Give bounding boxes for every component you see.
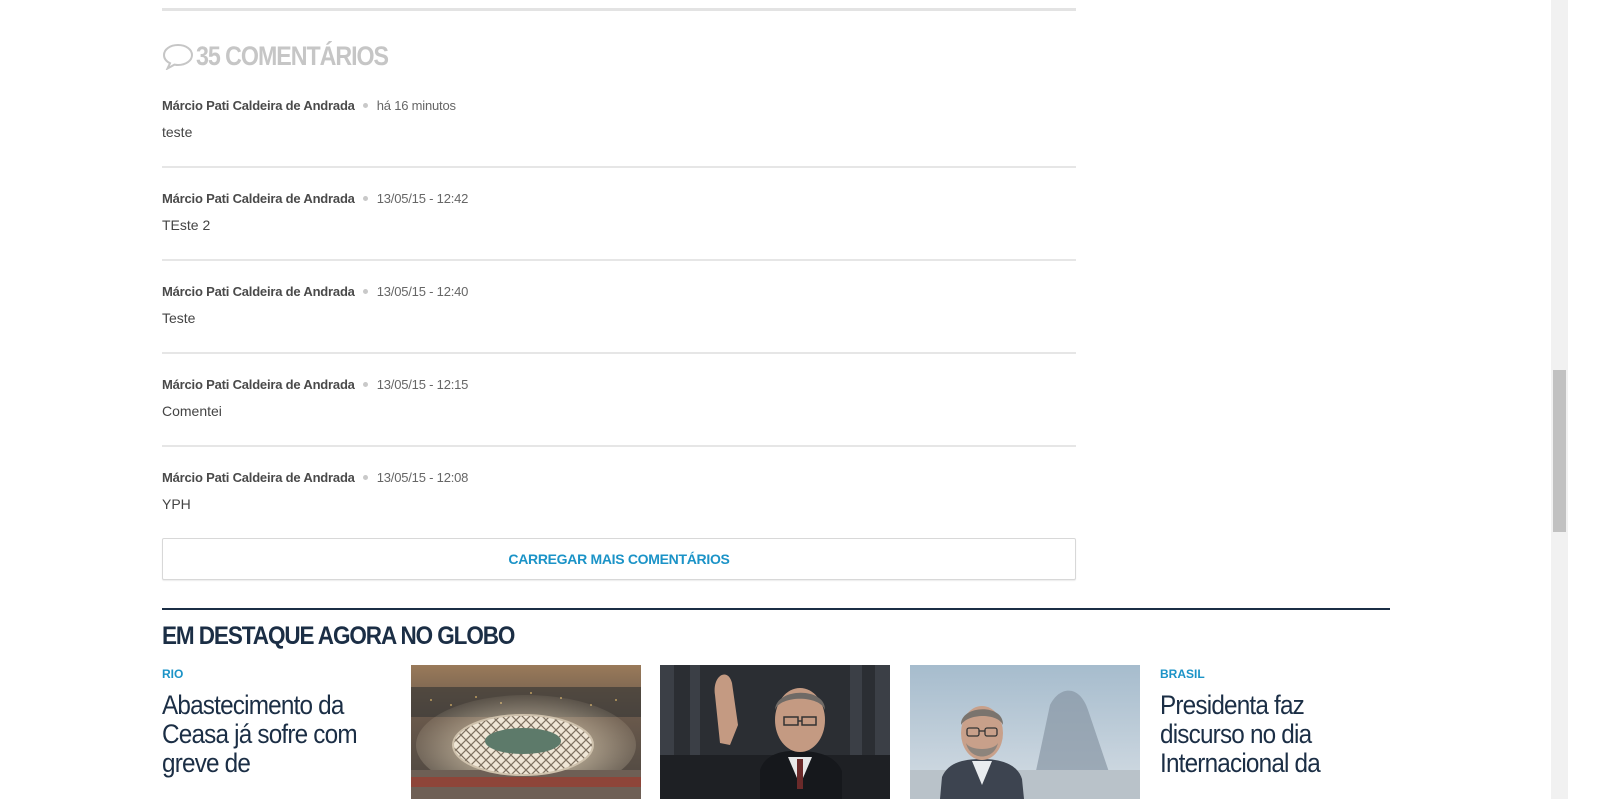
senator-photo[interactable] [660, 665, 890, 799]
comment-time: 13/05/15 - 12:08 [376, 469, 469, 485]
section-title: EM DESTAQUE AGORA NO GLOBO [162, 622, 515, 650]
comment-time: há 16 minutos [376, 97, 456, 113]
card-tag[interactable]: RIO [162, 667, 183, 681]
page-scrollbar[interactable] [1551, 0, 1568, 799]
comment-author[interactable]: Márcio Pati Caldeira de Andrada [162, 191, 355, 206]
comment-text: Comentei [162, 403, 222, 419]
comment-text: teste [162, 124, 193, 140]
comments-header: 35 COMENTÁRIOS [162, 40, 419, 72]
headline-line: Presidenta faz [1160, 690, 1305, 720]
comment-meta: Márcio Pati Caldeira de Andrada 13/05/15… [162, 282, 468, 300]
load-more-comments-button[interactable]: CARREGAR MAIS COMENTÁRIOS [162, 538, 1076, 580]
comment-text: TEste 2 [162, 217, 211, 233]
comment-item: Márcio Pati Caldeira de Andrada 13/05/15… [162, 189, 1076, 261]
card-tag[interactable]: BRASIL [1160, 667, 1205, 681]
comment-item: Márcio Pati Caldeira de Andrada 13/05/15… [162, 282, 1076, 354]
separator-dot [362, 195, 368, 201]
comment-author[interactable]: Márcio Pati Caldeira de Andrada [162, 98, 355, 113]
separator-dot [362, 102, 368, 108]
comment-text: Teste [162, 310, 196, 326]
speech-bubble-icon [162, 43, 194, 70]
comment-author[interactable]: Márcio Pati Caldeira de Andrada [162, 470, 355, 485]
comment-item: Márcio Pati Caldeira de Andrada 13/05/15… [162, 468, 1076, 518]
comment-time: 13/05/15 - 12:42 [376, 190, 469, 206]
comment-author[interactable]: Márcio Pati Caldeira de Andrada [162, 377, 355, 392]
man-glasses-photo[interactable] [910, 665, 1140, 799]
comment-author[interactable]: Márcio Pati Caldeira de Andrada [162, 284, 355, 299]
comment-meta: Márcio Pati Caldeira de Andrada há 16 mi… [162, 96, 456, 114]
comment-meta: Márcio Pati Caldeira de Andrada 13/05/15… [162, 468, 468, 486]
comment-meta: Márcio Pati Caldeira de Andrada 13/05/15… [162, 189, 468, 207]
separator-dot [362, 474, 368, 480]
headline-line: Ceasa já sofre com [162, 719, 358, 749]
headline-line: greve de [162, 748, 251, 778]
load-more-label: CARREGAR MAIS COMENTÁRIOS [508, 551, 730, 567]
comment-time: 13/05/15 - 12:15 [376, 376, 469, 392]
headline-line: Internacional da [1160, 748, 1321, 778]
scrollbar-thumb[interactable] [1553, 370, 1566, 532]
comments-count: 35 COMENTÁRIOS [196, 40, 389, 71]
stadium-photo[interactable] [411, 665, 641, 799]
separator-dot [362, 381, 368, 387]
card-headline[interactable]: Abastecimento da Ceasa já sofre com grev… [162, 690, 358, 778]
comment-time: 13/05/15 - 12:40 [376, 283, 469, 299]
comment-item: Márcio Pati Caldeira de Andrada 13/05/15… [162, 375, 1076, 447]
comment-text: YPH [162, 496, 191, 512]
headline-line: discurso no dia [1160, 719, 1312, 749]
top-divider [162, 8, 1076, 11]
headline-line: Abastecimento da [162, 690, 344, 720]
comment-item: Márcio Pati Caldeira de Andrada há 16 mi… [162, 96, 1076, 168]
card-headline[interactable]: Presidenta faz discurso no dia Internaci… [1160, 690, 1321, 778]
comment-meta: Márcio Pati Caldeira de Andrada 13/05/15… [162, 375, 468, 393]
separator-dot [362, 288, 368, 294]
section-divider [162, 608, 1390, 610]
